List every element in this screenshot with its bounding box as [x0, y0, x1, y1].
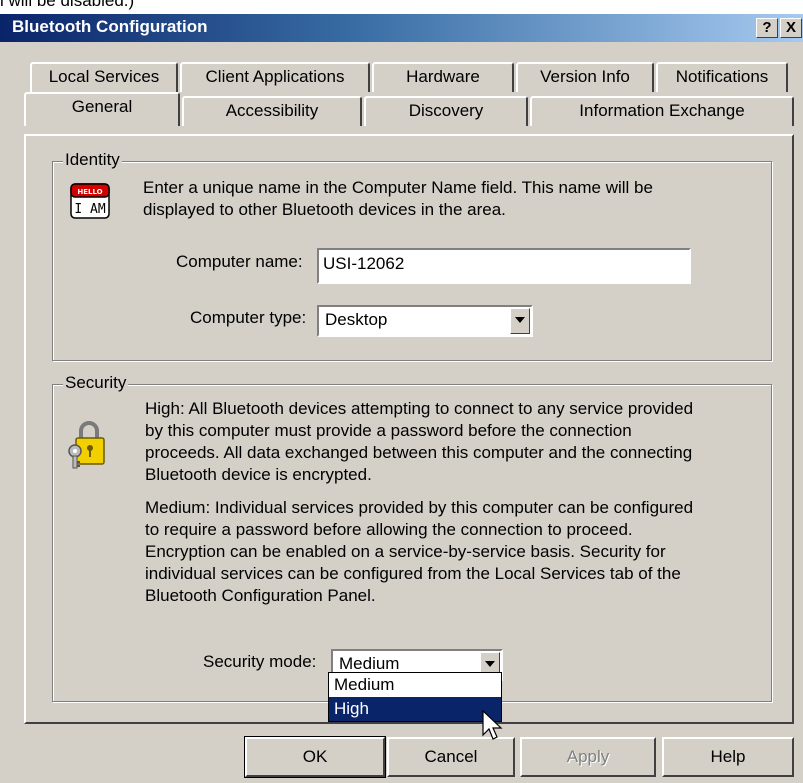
identity-description-line2: displayed to other Bluetooth devices in … — [143, 200, 506, 219]
computer-type-label: Computer type: — [190, 308, 307, 327]
chevron-down-icon — [515, 317, 525, 323]
window-title: Bluetooth Configuration — [12, 17, 208, 36]
option-medium[interactable]: Medium — [329, 673, 501, 697]
computer-type-value: Desktop — [325, 310, 388, 329]
tab-discovery[interactable]: Discovery — [364, 96, 528, 126]
general-tab-panel: Identity HELLO I AM Enter a unique name … — [24, 134, 794, 724]
security-high-line3: proceeds. All data exchanged between thi… — [145, 443, 693, 462]
security-high-line2: by this computer must provide a password… — [145, 421, 632, 440]
apply-button[interactable]: Apply — [520, 737, 656, 777]
security-mode-value: Medium — [339, 654, 400, 673]
svg-text:I AM: I AM — [74, 202, 105, 217]
title-bar[interactable]: Bluetooth Configuration ? X — [0, 14, 803, 42]
security-medium-line2: to require a password before allowing th… — [145, 520, 633, 539]
identity-groupbox: Identity HELLO I AM Enter a unique name … — [52, 150, 772, 361]
computer-type-dropdown-button[interactable] — [510, 308, 530, 334]
close-button[interactable]: X — [780, 18, 802, 38]
svg-text:HELLO: HELLO — [77, 188, 102, 196]
security-medium-line3: Encryption can be enabled on a service-b… — [145, 542, 666, 561]
tab-notifications[interactable]: Notifications — [656, 62, 788, 92]
tab-general[interactable]: General — [24, 92, 180, 126]
computer-type-select[interactable]: Desktop — [317, 305, 533, 337]
computer-name-field[interactable]: USI-12062 — [317, 248, 691, 284]
background-text-fragment: l will be disabled.) — [0, 0, 135, 10]
option-high[interactable]: High — [329, 697, 501, 721]
tab-client-applications[interactable]: Client Applications — [180, 62, 370, 92]
security-high-line1: High: All Bluetooth devices attempting t… — [145, 399, 694, 418]
tab-local-services[interactable]: Local Services — [30, 62, 178, 92]
tab-accessibility[interactable]: Accessibility — [182, 96, 362, 126]
security-medium-line5: Bluetooth Configuration Panel. — [145, 586, 376, 605]
computer-name-label: Computer name: — [176, 252, 303, 271]
chevron-down-icon — [485, 661, 495, 667]
mouse-cursor-icon — [482, 709, 504, 749]
security-groupbox: Security High: All Bluetooth devices att… — [52, 373, 772, 702]
security-high-line4: Bluetooth device is encrypted. — [145, 465, 372, 484]
tab-hardware[interactable]: Hardware — [372, 62, 514, 92]
tab-version-info[interactable]: Version Info — [516, 62, 654, 92]
bluetooth-configuration-dialog: Bluetooth Configuration ? X Local Servic… — [0, 14, 803, 783]
security-legend: Security — [63, 373, 129, 393]
padlock-keys-icon — [67, 417, 109, 474]
tab-information-exchange[interactable]: Information Exchange — [530, 96, 794, 126]
hello-i-am-badge-icon: HELLO I AM — [70, 183, 110, 224]
security-mode-label: Security mode: — [203, 652, 317, 671]
identity-description-line1: Enter a unique name in the Computer Name… — [143, 178, 653, 197]
security-medium-line4: individual services can be configured fr… — [145, 564, 681, 583]
help-dialog-button[interactable]: Help — [662, 737, 794, 777]
security-mode-options-list[interactable]: Medium High — [328, 672, 502, 722]
identity-legend: Identity — [63, 150, 122, 170]
help-button[interactable]: ? — [756, 18, 778, 38]
security-medium-line1: Medium: Individual services provided by … — [145, 498, 694, 517]
ok-button[interactable]: OK — [244, 736, 386, 778]
